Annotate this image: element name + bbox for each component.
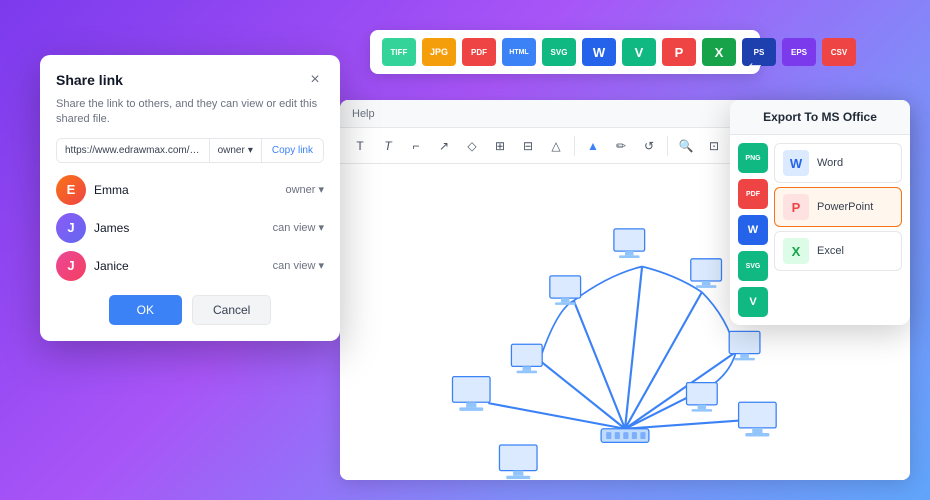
arrow-indicator: ← (745, 52, 765, 75)
dialog-header: Share link × (56, 71, 324, 89)
toolbar-divider-2 (667, 136, 668, 156)
user-row-janice: J Janice can view ▾ (56, 251, 324, 281)
powerpoint-icon: P (783, 194, 809, 220)
toolbar-text[interactable]: T (348, 134, 372, 158)
toolbar-grid[interactable]: ⊞ (488, 134, 512, 158)
toolbar-zoom[interactable]: 🔍 (674, 134, 698, 158)
user-row-james: J James can view ▾ (56, 213, 324, 243)
avatar-james: J (56, 213, 86, 243)
format-excel-x[interactable]: X (702, 38, 736, 66)
toolbar-shape[interactable]: ◇ (460, 134, 484, 158)
toolbar-divider-1 (574, 136, 575, 156)
dialog-footer: OK Cancel (56, 295, 324, 325)
avatar-janice: J (56, 251, 86, 281)
format-html[interactable]: HTML (502, 38, 536, 66)
user-name-janice: Janice (94, 259, 265, 273)
excel-label: Excel (817, 245, 844, 257)
word-icon: W (783, 150, 809, 176)
powerpoint-label: PowerPoint (817, 201, 873, 213)
export-powerpoint[interactable]: P PowerPoint (774, 187, 902, 227)
share-dialog: Share link × Share the link to others, a… (40, 55, 340, 341)
chevron-down-icon-janice: ▾ (318, 259, 324, 272)
export-toolbar: TIFF JPG PDF HTML SVG W V P X PS EPS CSV (370, 30, 760, 74)
toolbar-corner[interactable]: ⌐ (404, 134, 428, 158)
toolbar-triangle[interactable]: △ (544, 134, 568, 158)
toolbar-pen[interactable]: ✏ (609, 134, 633, 158)
user-row-emma: E Emma owner ▾ (56, 175, 324, 205)
format-jpg[interactable]: JPG (422, 38, 456, 66)
user-name-emma: Emma (94, 183, 278, 197)
link-permission[interactable]: owner ▾ (209, 139, 261, 162)
export-panel: Export To MS Office PNG PDF W SVG V W Wo… (730, 100, 910, 325)
format-csv[interactable]: CSV (822, 38, 856, 66)
role-label-james: can view (273, 222, 316, 234)
format-pdf[interactable]: PDF (462, 38, 496, 66)
format-svg[interactable]: SVG (542, 38, 576, 66)
chevron-down-icon-james: ▾ (318, 221, 324, 234)
format-ppt-p[interactable]: P (662, 38, 696, 66)
toolbar-fill[interactable]: ▲ (581, 134, 605, 158)
dialog-subtitle: Share the link to others, and they can v… (56, 97, 324, 128)
side-badge-svg[interactable]: SVG (738, 251, 768, 281)
close-button[interactable]: × (306, 71, 324, 89)
format-word-w[interactable]: W (582, 38, 616, 66)
user-list: E Emma owner ▾ J James can view ▾ J Jani… (56, 175, 324, 281)
toolbar-text2[interactable]: T (376, 134, 400, 158)
export-excel[interactable]: X Excel (774, 231, 902, 271)
toolbar-minus-grid[interactable]: ⊟ (516, 134, 540, 158)
chevron-down-icon-emma: ▾ (318, 183, 324, 196)
side-badge-png[interactable]: PNG (738, 143, 768, 173)
export-items: W Word P PowerPoint X Excel (774, 143, 902, 317)
user-role-james[interactable]: can view ▾ (273, 221, 324, 234)
toolbar-rotate[interactable]: ↺ (637, 134, 661, 158)
avatar-emma: E (56, 175, 86, 205)
copy-link-button[interactable]: Copy link (261, 139, 323, 162)
permission-label: owner (218, 145, 245, 156)
help-label: Help (352, 108, 375, 120)
format-tiff[interactable]: TIFF (382, 38, 416, 66)
user-role-emma[interactable]: owner ▾ (286, 183, 325, 196)
export-panel-title: Export To MS Office (730, 100, 910, 135)
export-word[interactable]: W Word (774, 143, 902, 183)
user-role-janice[interactable]: can view ▾ (273, 259, 324, 272)
ok-button[interactable]: OK (109, 295, 182, 325)
side-badge-pdf[interactable]: PDF (738, 179, 768, 209)
side-badge-visio[interactable]: V (738, 287, 768, 317)
role-label-emma: owner (286, 184, 316, 196)
excel-icon: X (783, 238, 809, 264)
user-name-james: James (94, 221, 265, 235)
chevron-down-icon: ▾ (248, 145, 253, 156)
dialog-title: Share link (56, 72, 123, 88)
export-side-icons: PNG PDF W SVG V (738, 143, 768, 317)
side-badge-word[interactable]: W (738, 215, 768, 245)
export-panel-body: PNG PDF W SVG V W Word P PowerPoint X Ex… (730, 135, 910, 325)
link-row: owner ▾ Copy link (56, 138, 324, 163)
cancel-button[interactable]: Cancel (192, 295, 271, 325)
role-label-janice: can view (273, 260, 316, 272)
format-eps[interactable]: EPS (782, 38, 816, 66)
word-label: Word (817, 157, 843, 169)
link-url-input[interactable] (57, 139, 209, 162)
toolbar-frame[interactable]: ⊡ (702, 134, 726, 158)
format-visio-v[interactable]: V (622, 38, 656, 66)
toolbar-arrow[interactable]: ↗ (432, 134, 456, 158)
